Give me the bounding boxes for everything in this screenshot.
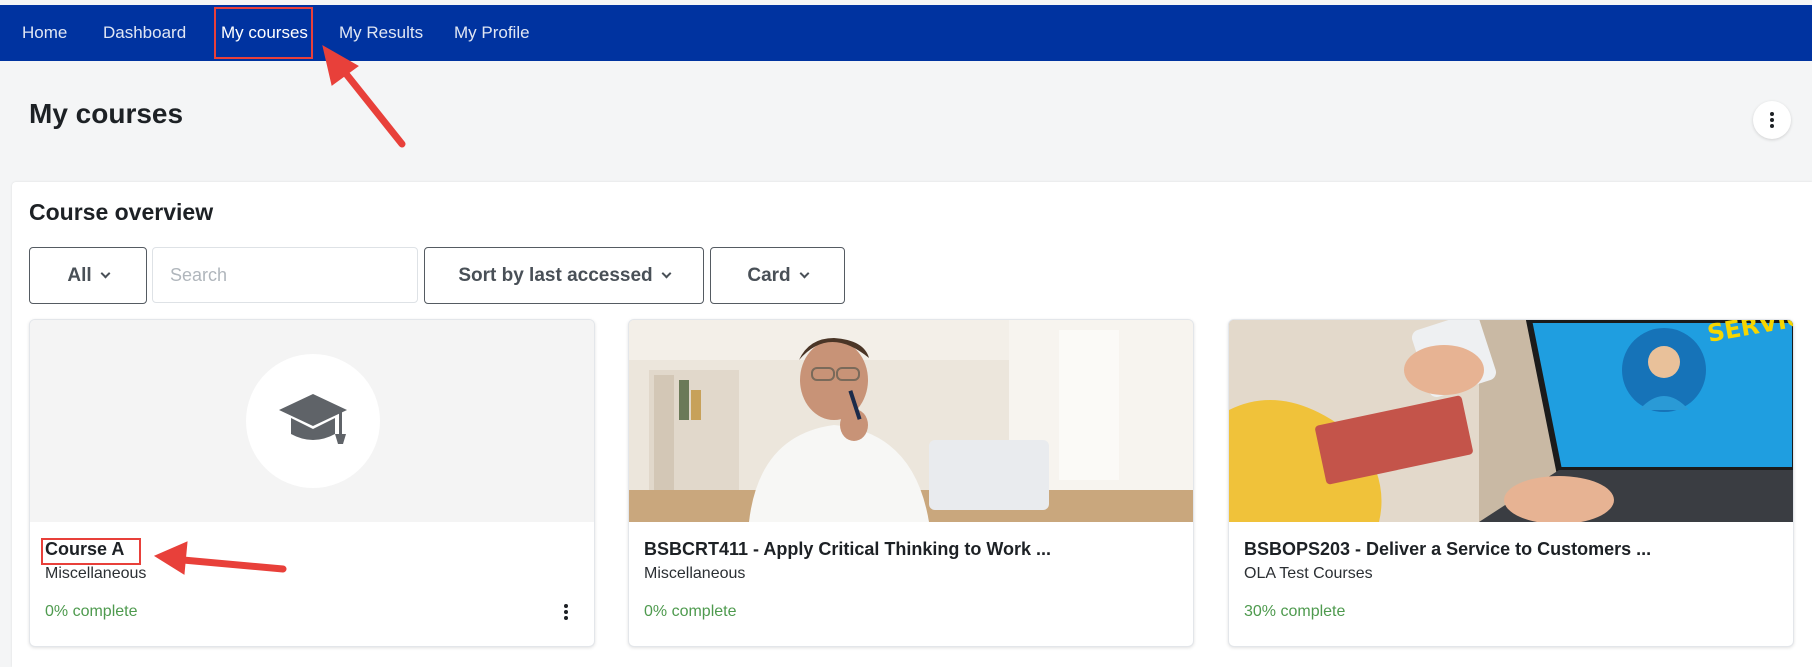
- graduation-cap-circle: [246, 354, 380, 488]
- nav-home[interactable]: Home: [22, 5, 67, 61]
- course-progress: 0% complete: [45, 603, 138, 620]
- course-image[interactable]: SERVICE: [1229, 320, 1793, 522]
- view-dropdown-label: Card: [747, 264, 791, 286]
- course-card[interactable]: BSBCRT411 - Apply Critical Thinking to W…: [628, 319, 1194, 647]
- course-name-link[interactable]: BSBCRT411 - Apply Critical Thinking to W…: [644, 539, 1051, 560]
- course-image[interactable]: [629, 320, 1193, 522]
- nav-my-profile[interactable]: My Profile: [454, 5, 530, 61]
- grouping-dropdown-label: All: [67, 264, 92, 286]
- course-overview-title: Course overview: [29, 199, 214, 225]
- course-category: Miscellaneous: [644, 565, 746, 582]
- graduation-cap-icon: [279, 394, 347, 444]
- course-search-input[interactable]: [152, 247, 418, 303]
- view-dropdown[interactable]: Card: [710, 247, 845, 304]
- chevron-down-icon: [661, 268, 672, 279]
- sort-dropdown[interactable]: Sort by last accessed: [424, 247, 704, 304]
- nav-dashboard[interactable]: Dashboard: [103, 5, 186, 61]
- page-actions-menu-button[interactable]: [1753, 101, 1791, 139]
- top-navbar: Home Dashboard My courses My Results My …: [0, 5, 1812, 61]
- course-category: OLA Test Courses: [1244, 565, 1373, 582]
- customer-service-laptop-photo: SERVICE: [1229, 320, 1793, 522]
- course-progress: 30% complete: [1244, 603, 1346, 620]
- course-image[interactable]: [30, 320, 594, 522]
- sort-dropdown-label: Sort by last accessed: [458, 264, 653, 286]
- thinking-man-photo: [629, 320, 1193, 522]
- course-name-link[interactable]: Course A: [45, 539, 124, 560]
- course-card[interactable]: Course A Miscellaneous 0% complete: [29, 319, 595, 647]
- grouping-dropdown[interactable]: All: [29, 247, 147, 304]
- nav-my-results[interactable]: My Results: [339, 5, 423, 61]
- page-title: My courses: [29, 98, 184, 129]
- course-progress: 0% complete: [644, 603, 737, 620]
- kebab-menu-icon: [564, 604, 568, 620]
- course-name-link[interactable]: BSBOPS203 - Deliver a Service to Custome…: [1244, 539, 1651, 560]
- course-category: Miscellaneous: [45, 565, 147, 582]
- chevron-down-icon: [100, 268, 111, 279]
- course-actions-menu-button[interactable]: [556, 597, 576, 627]
- course-card[interactable]: SERVICE BSBOPS203 - Deliver a Service to…: [1228, 319, 1794, 647]
- chevron-down-icon: [799, 268, 810, 279]
- kebab-menu-icon: [1770, 112, 1774, 128]
- nav-highlight-box: [214, 7, 313, 59]
